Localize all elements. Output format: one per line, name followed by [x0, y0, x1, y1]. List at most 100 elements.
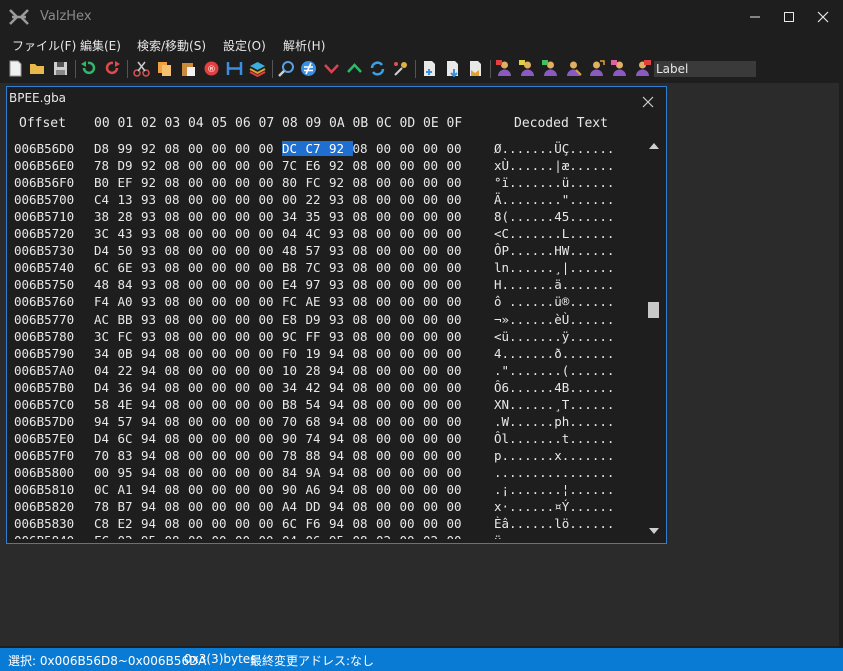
hex-byte[interactable]: 02: [423, 533, 447, 539]
hex-byte[interactable]: 00: [259, 499, 283, 514]
hex-byte[interactable]: 00: [400, 363, 424, 378]
redo-icon[interactable]: [104, 60, 121, 77]
hex-byte[interactable]: 00: [447, 277, 471, 292]
hex-byte[interactable]: 92: [141, 175, 165, 190]
hex-byte[interactable]: 00: [235, 363, 259, 378]
hex-byte[interactable]: 3C: [94, 226, 118, 241]
hex-byte[interactable]: 00: [376, 482, 400, 497]
hex-byte[interactable]: 00: [376, 260, 400, 275]
hex-byte[interactable]: 00: [423, 431, 447, 446]
hex-byte[interactable]: 00: [423, 516, 447, 531]
person-green-icon[interactable]: [542, 60, 559, 77]
hex-byte[interactable]: 08: [353, 397, 377, 412]
hex-byte[interactable]: FC: [94, 533, 118, 539]
hex-byte[interactable]: 00: [212, 243, 236, 258]
hex-byte[interactable]: 00: [447, 380, 471, 395]
hex-byte[interactable]: 00: [376, 192, 400, 207]
hex-byte[interactable]: 08: [353, 465, 377, 480]
hex-byte[interactable]: 00: [259, 414, 283, 429]
row-decoded-text[interactable]: Ä........"......: [494, 192, 614, 207]
hex-byte[interactable]: 00: [235, 329, 259, 344]
hex-byte[interactable]: 00: [400, 533, 424, 539]
hex-byte[interactable]: 08: [353, 192, 377, 207]
hex-byte[interactable]: 08: [353, 431, 377, 446]
hex-byte[interactable]: 00: [400, 448, 424, 463]
hex-byte[interactable]: 00: [212, 499, 236, 514]
hex-byte[interactable]: E6: [306, 158, 330, 173]
hex-byte[interactable]: 00: [235, 346, 259, 361]
hex-byte[interactable]: 00: [376, 465, 400, 480]
hex-byte[interactable]: 08: [353, 209, 377, 224]
hex-byte[interactable]: F6: [306, 516, 330, 531]
hex-byte[interactable]: 00: [212, 209, 236, 224]
hex-byte[interactable]: 00: [212, 363, 236, 378]
hex-byte[interactable]: 00: [259, 277, 283, 292]
hex-byte[interactable]: 00: [235, 431, 259, 446]
hex-byte[interactable]: 6C: [94, 260, 118, 275]
hex-byte[interactable]: 00: [188, 516, 212, 531]
hex-byte[interactable]: A4: [282, 499, 306, 514]
hex-byte[interactable]: 00: [235, 209, 259, 224]
hex-byte[interactable]: 08: [165, 448, 189, 463]
person-red-icon[interactable]: [496, 60, 513, 77]
hex-byte[interactable]: 00: [188, 465, 212, 480]
hex-byte[interactable]: 00: [235, 141, 259, 156]
hex-byte[interactable]: 08: [165, 414, 189, 429]
minimize-button[interactable]: [738, 0, 772, 34]
hex-byte[interactable]: 00: [400, 499, 424, 514]
hex-byte[interactable]: 94: [329, 380, 353, 395]
save-icon[interactable]: [52, 60, 69, 77]
hex-byte[interactable]: 00: [447, 533, 471, 539]
hex-byte[interactable]: 00: [400, 243, 424, 258]
row-decoded-text[interactable]: 8(......45......: [494, 209, 614, 224]
row-decoded-text[interactable]: <ü.......ÿ......: [494, 329, 614, 344]
hex-byte[interactable]: A6: [306, 482, 330, 497]
row-decoded-text[interactable]: ü...............: [494, 533, 614, 539]
hex-byte[interactable]: 00: [423, 277, 447, 292]
row-decoded-text[interactable]: ¬»......èÙ......: [494, 312, 614, 327]
hex-byte[interactable]: 08: [353, 312, 377, 327]
hex-byte[interactable]: B7: [118, 499, 142, 514]
hex-byte[interactable]: 28: [306, 363, 330, 378]
hex-byte[interactable]: 93: [141, 209, 165, 224]
hex-byte[interactable]: B8: [282, 397, 306, 412]
hex-byte[interactable]: 00: [188, 277, 212, 292]
hex-byte[interactable]: 00: [259, 294, 283, 309]
hex-byte[interactable]: 93: [141, 226, 165, 241]
hex-byte[interactable]: 94: [141, 414, 165, 429]
hex-byte[interactable]: 6E: [118, 260, 142, 275]
hex-byte[interactable]: 00: [259, 312, 283, 327]
hex-byte[interactable]: 70: [94, 448, 118, 463]
hex-byte[interactable]: 00: [376, 329, 400, 344]
hex-byte[interactable]: 00: [212, 192, 236, 207]
hex-byte[interactable]: 94: [329, 397, 353, 412]
hex-byte[interactable]: 00: [423, 414, 447, 429]
hex-byte[interactable]: 00: [376, 209, 400, 224]
hex-byte[interactable]: 00: [447, 141, 471, 156]
row-decoded-text[interactable]: XN......¸T......: [494, 397, 614, 412]
hex-byte[interactable]: A0: [118, 294, 142, 309]
hex-byte[interactable]: 00: [423, 312, 447, 327]
hex-byte[interactable]: 00: [376, 414, 400, 429]
hex-byte[interactable]: 94: [141, 516, 165, 531]
hex-byte[interactable]: 06: [306, 533, 330, 539]
row-decoded-text[interactable]: .W......ph......: [494, 414, 614, 429]
hex-byte[interactable]: 22: [118, 363, 142, 378]
row-decoded-text[interactable]: x·......¤Ý......: [494, 499, 614, 514]
vertical-scrollbar[interactable]: [647, 139, 661, 539]
hex-byte[interactable]: A1: [118, 482, 142, 497]
hex-byte[interactable]: 00: [188, 294, 212, 309]
hex-byte[interactable]: 00: [423, 192, 447, 207]
hex-byte[interactable]: 00: [423, 397, 447, 412]
person-pink-icon[interactable]: [611, 60, 628, 77]
hex-byte[interactable]: 00: [259, 533, 283, 539]
hex-byte[interactable]: 94: [141, 363, 165, 378]
hex-byte[interactable]: 00: [212, 175, 236, 190]
hex-byte[interactable]: 00: [423, 346, 447, 361]
hex-byte[interactable]: C4: [94, 192, 118, 207]
hex-byte[interactable]: 13: [118, 192, 142, 207]
row-decoded-text[interactable]: <C.......L......: [494, 226, 614, 241]
hex-byte[interactable]: 08: [165, 277, 189, 292]
hex-byte[interactable]: 08: [353, 277, 377, 292]
hex-byte[interactable]: 58: [94, 397, 118, 412]
